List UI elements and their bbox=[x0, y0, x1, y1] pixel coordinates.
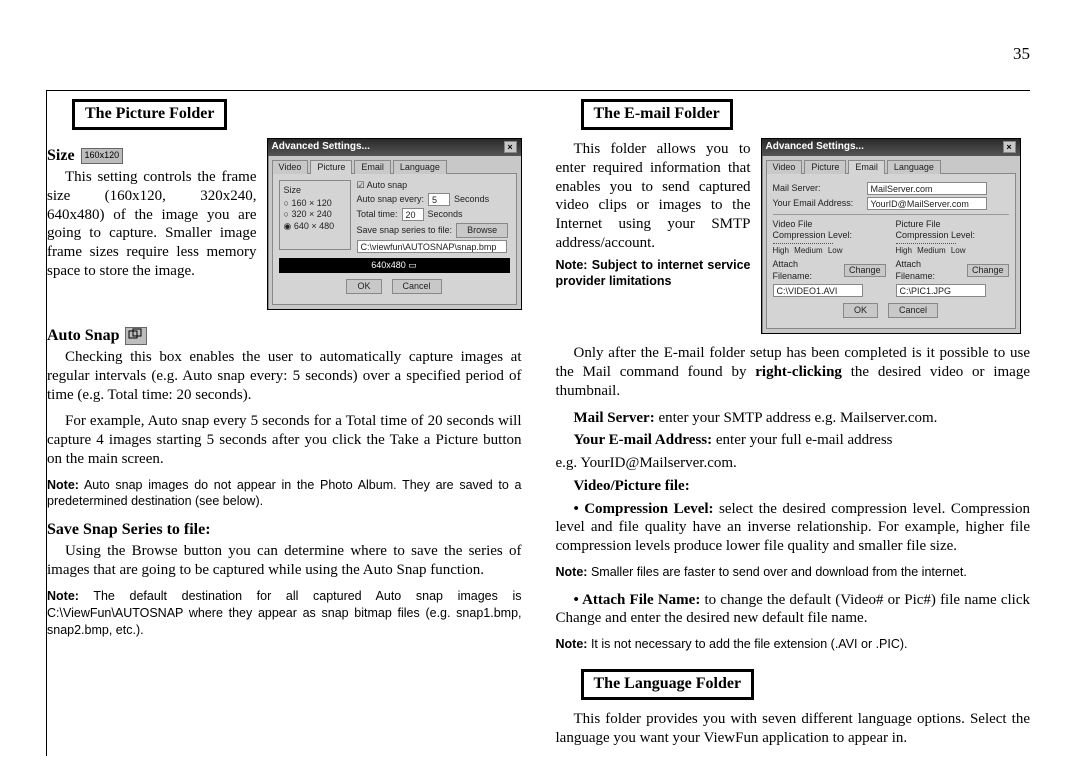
autosnap-p1: Checking this box enables the user to au… bbox=[47, 348, 522, 404]
slider-high: High bbox=[896, 246, 912, 256]
series-label: Save snap series to file: bbox=[357, 225, 453, 236]
tab-email[interactable]: Email bbox=[848, 160, 885, 174]
tab-video[interactable]: Video bbox=[272, 160, 309, 174]
compression-note: Note: Smaller files are faster to send o… bbox=[556, 564, 1031, 581]
change-button[interactable]: Change bbox=[967, 264, 1009, 277]
mailserver-line: Mail Server: enter your SMTP address e.g… bbox=[556, 409, 1031, 428]
size-group-label: Size bbox=[284, 185, 346, 196]
radio-160[interactable]: 160 × 120 bbox=[284, 198, 346, 209]
slider-low: Low bbox=[828, 246, 843, 256]
ok-button[interactable]: OK bbox=[346, 279, 381, 294]
mailserver-label: Mail Server: bbox=[773, 183, 863, 194]
size-icon: 160x120 bbox=[81, 148, 124, 163]
autosnap-icon bbox=[125, 327, 147, 344]
cancel-button[interactable]: Cancel bbox=[392, 279, 442, 294]
compression-text: • Compression Level: select the desired … bbox=[556, 500, 1031, 556]
compression-label: Compression Level: bbox=[896, 230, 1009, 241]
email-label: Your Email Address: bbox=[773, 198, 863, 209]
video-file-label: Video File bbox=[773, 219, 886, 230]
page-number: 35 bbox=[1013, 44, 1030, 64]
tab-video[interactable]: Video bbox=[766, 160, 803, 174]
email-intro-row: This folder allows you to enter required… bbox=[556, 138, 1031, 342]
size-subheading: Size 160x120 bbox=[47, 146, 257, 166]
size-label: Size bbox=[47, 146, 75, 166]
autosnap-note: Note: Auto snap images do not appear in … bbox=[47, 477, 522, 511]
tab-email[interactable]: Email bbox=[354, 160, 391, 174]
vp-file-label: Video/Picture file: bbox=[556, 477, 1031, 496]
email-settings-dialog: Advanced Settings... × Video Picture Ema… bbox=[761, 138, 1021, 334]
radio-320[interactable]: 320 × 240 bbox=[284, 209, 346, 220]
save-series-text: Using the Browse button you can determin… bbox=[47, 542, 522, 580]
total-input[interactable]: 20 bbox=[402, 208, 424, 221]
left-column: The Picture Folder Size 160x120 This set… bbox=[47, 99, 522, 756]
total-unit: Seconds bbox=[428, 209, 463, 220]
every-unit: Seconds bbox=[454, 194, 489, 205]
attach-label: Attach Filename: bbox=[896, 259, 963, 282]
right-column: The E-mail Folder This folder allows you… bbox=[556, 99, 1031, 756]
every-input[interactable]: 5 bbox=[428, 193, 450, 206]
email-para1: Only after the E-mail folder setup has b… bbox=[556, 344, 1031, 400]
total-label: Total time: bbox=[357, 209, 398, 220]
youremail-eg: e.g. YourID@Mailserver.com. bbox=[556, 454, 1031, 473]
picture-settings-dialog: Advanced Settings... × Video Picture Ema… bbox=[267, 138, 522, 310]
picture-file-label: Picture File bbox=[896, 219, 1009, 230]
language-text: This folder provides you with seven diff… bbox=[556, 710, 1031, 748]
close-icon[interactable]: × bbox=[504, 141, 517, 153]
tab-language[interactable]: Language bbox=[887, 160, 941, 174]
language-folder-heading: The Language Folder bbox=[581, 669, 755, 700]
autosnap-subheading: Auto Snap bbox=[47, 326, 522, 346]
autosnap-p2: For example, Auto snap every 5 seconds f… bbox=[47, 412, 522, 468]
save-series-note: Note: The default destination for all ca… bbox=[47, 588, 522, 639]
email-folder-heading: The E-mail Folder bbox=[581, 99, 733, 130]
size-text: This setting controls the frame size (16… bbox=[47, 168, 257, 281]
youremail-line: Your E-mail Address: enter your full e-m… bbox=[556, 431, 1031, 450]
autosnap-label: Auto Snap bbox=[47, 326, 119, 346]
mailserver-input[interactable]: MailServer.com bbox=[867, 182, 987, 195]
compression-label: Compression Level: bbox=[773, 230, 886, 241]
save-series-subheading: Save Snap Series to file: bbox=[47, 520, 522, 540]
slider-med: Medium bbox=[794, 246, 822, 256]
tab-picture[interactable]: Picture bbox=[804, 160, 846, 174]
browse-button[interactable]: Browse bbox=[456, 223, 508, 238]
email-input[interactable]: YourID@MailServer.com bbox=[867, 197, 987, 210]
path-input[interactable]: C:\viewfun\AUTOSNAP\snap.bmp bbox=[357, 240, 507, 253]
attach-text: • Attach File Name: to change the defaul… bbox=[556, 591, 1031, 629]
slider-med: Medium bbox=[917, 246, 945, 256]
attach-label: Attach Filename: bbox=[773, 259, 840, 282]
close-icon[interactable]: × bbox=[1003, 141, 1016, 153]
ok-button[interactable]: OK bbox=[843, 303, 878, 318]
dialog-title: Advanced Settings... bbox=[272, 141, 370, 154]
every-label: Auto snap every: bbox=[357, 194, 425, 205]
size-row: Size 160x120 This setting controls the f… bbox=[47, 138, 522, 318]
picture-folder-heading: The Picture Folder bbox=[72, 99, 227, 130]
cancel-button[interactable]: Cancel bbox=[888, 303, 938, 318]
attach-note: Note: It is not necessary to add the fil… bbox=[556, 636, 1031, 653]
tab-picture[interactable]: Picture bbox=[310, 160, 352, 174]
slider-low: Low bbox=[951, 246, 966, 256]
tab-language[interactable]: Language bbox=[393, 160, 447, 174]
picture-filename[interactable]: C:\PIC1.JPG bbox=[896, 284, 986, 297]
radio-640[interactable]: 640 × 480 bbox=[284, 221, 346, 232]
video-slider[interactable] bbox=[773, 243, 833, 244]
preview-bar: 640x480 ▭ bbox=[279, 258, 510, 273]
dialog-title: Advanced Settings... bbox=[766, 141, 864, 154]
picture-slider[interactable] bbox=[896, 243, 956, 244]
slider-high: High bbox=[773, 246, 789, 256]
email-intro-note: Note: Subject to internet service provid… bbox=[556, 257, 751, 290]
video-filename[interactable]: C:\VIDEO1.AVI bbox=[773, 284, 863, 297]
content-columns: The Picture Folder Size 160x120 This set… bbox=[46, 90, 1030, 756]
autosnap-checkbox[interactable]: Auto snap bbox=[357, 180, 510, 191]
email-intro: This folder allows you to enter required… bbox=[556, 140, 751, 253]
change-button[interactable]: Change bbox=[844, 264, 886, 277]
